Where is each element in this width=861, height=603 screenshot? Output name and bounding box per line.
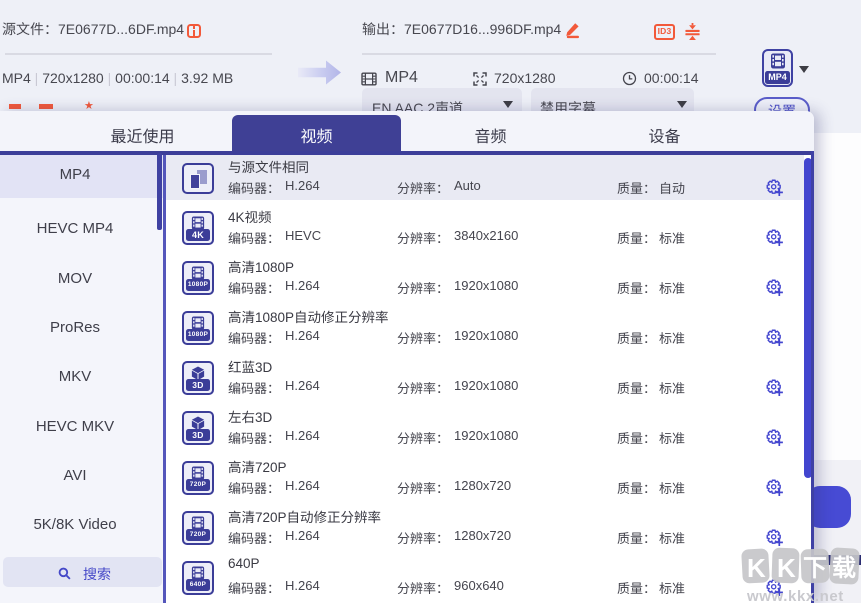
svg-text:K: K	[777, 553, 796, 583]
svg-text:载: 载	[832, 555, 856, 582]
svg-text:K: K	[747, 553, 766, 583]
svg-text:下: 下	[803, 555, 827, 582]
